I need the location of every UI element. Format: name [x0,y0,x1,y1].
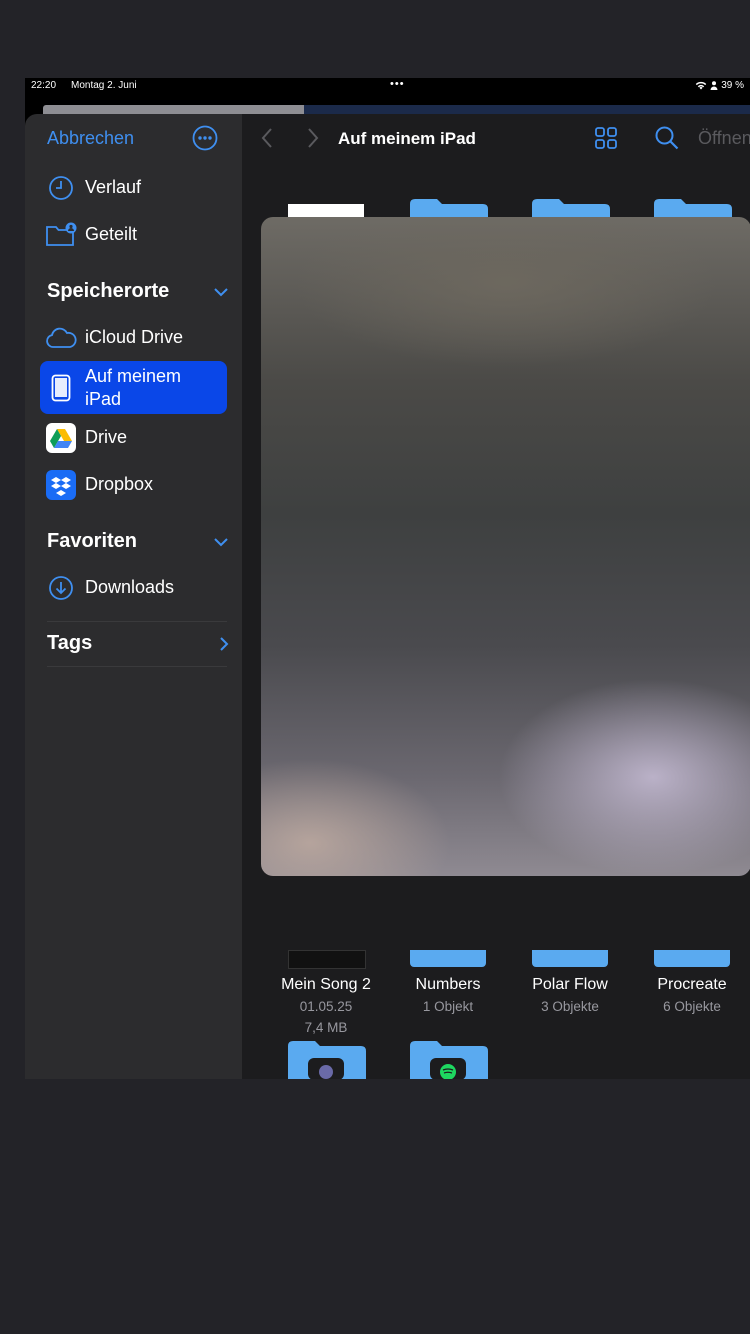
chevron-down-icon[interactable] [213,287,229,297]
app-switcher-strip [25,105,750,114]
search-icon[interactable] [654,125,680,151]
file-name: Mein Song 2 [281,976,371,993]
shared-folder-icon [45,219,77,251]
item-count: 6 Objekte [663,999,721,1014]
file-name: Numbers [415,976,481,993]
locations-header-label: Speicherorte [47,280,170,302]
favorites-header-label: Favoriten [47,530,138,552]
folder-icon [410,950,486,967]
clock-icon [45,172,77,204]
status-time: 22:20 [31,80,57,91]
divider [47,621,227,622]
chevron-down-icon[interactable] [213,537,229,547]
status-right: 39 % [695,80,744,91]
status-bar: 22:20 Montag 2. Juni ••• 39 % [25,78,750,96]
battery-percent: 39 % [721,80,744,91]
download-circle-icon [45,572,77,604]
cancel-button[interactable]: Abbrechen [47,128,134,149]
strip-right [304,105,750,114]
chevron-right-icon[interactable] [219,636,229,652]
sidebar-item-label: Dropbox [85,474,154,494]
ipad-icon [45,372,77,404]
wifi-icon [696,81,707,90]
file-name: Procreate [657,976,727,993]
folder-icon [654,950,730,967]
google-drive-icon [45,422,77,454]
favorites-header[interactable]: Favoriten [47,530,229,553]
file-date: 01.05.25 [299,999,353,1014]
more-options-icon[interactable] [192,125,218,151]
sidebar-item-label: iCloud Drive [85,327,184,347]
audio-thumbnail [288,950,366,969]
sidebar-item-geteilt[interactable]: Geteilt [40,211,227,258]
file-name: Polar Flow [532,976,608,993]
sidebar-item-label: Geteilt [85,224,138,244]
folder-icon[interactable] [410,1040,488,1079]
blurred-preview-overlay [261,217,750,876]
page-title: Auf meinem iPad [338,129,476,148]
item-count: 3 Objekte [541,999,599,1014]
folder-icon [532,950,608,967]
sidebar-item-drive[interactable]: Drive [40,414,227,461]
sidebar-item-downloads[interactable]: Downloads [40,564,227,611]
sidebar-item-label: Verlauf [85,177,142,197]
grid-view-icon[interactable] [594,126,618,150]
sidebar-item-label: Auf meinem iPad [85,365,182,409]
dropbox-icon [45,469,77,501]
back-chevron-icon[interactable] [260,127,274,149]
sidebar-item-dropbox[interactable]: Dropbox [40,461,227,508]
locations-header[interactable]: Speicherorte [47,280,229,303]
tags-header[interactable]: Tags [47,632,229,655]
strip-left [43,105,304,114]
sidebar-item-auf-meinem-ipad[interactable]: Auf meinem iPad [40,361,227,414]
divider [47,666,227,667]
status-date: Montag 2. Juni [71,80,137,91]
folder-icon[interactable] [288,1040,366,1079]
forward-chevron-icon[interactable] [306,127,320,149]
sidebar-item-verlauf[interactable]: Verlauf [40,164,227,211]
sidebar: Abbrechen Verlauf Geteilt Speicherorte i… [25,114,242,1079]
tags-header-label: Tags [47,632,93,654]
cloud-icon [45,322,77,354]
item-count: 1 Objekt [422,999,474,1014]
open-button[interactable]: Öffnen [698,128,750,149]
sidebar-item-label: Drive [85,427,128,447]
sidebar-item-label: Downloads [85,577,175,597]
file-size: 7,4 MB [304,1020,348,1035]
person-icon [710,81,718,90]
multitasking-dots-icon[interactable]: ••• [390,78,405,90]
sidebar-item-icloud-drive[interactable]: iCloud Drive [40,314,227,361]
